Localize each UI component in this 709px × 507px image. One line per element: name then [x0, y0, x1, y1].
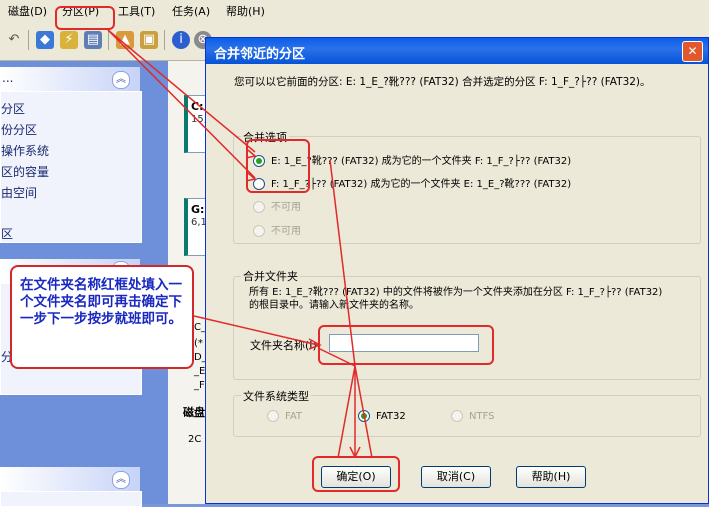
- task-item[interactable]: 区的容量: [1, 163, 49, 180]
- filesystem-option-fat: FAT: [267, 410, 302, 422]
- details-panel: [0, 491, 142, 507]
- task-item[interactable]: 区: [1, 225, 13, 242]
- merge-option-unavailable: 不可用: [253, 198, 301, 213]
- folder-name-label: 文件夹名称(I):: [250, 339, 321, 352]
- merge-icon[interactable]: ▣: [140, 31, 158, 49]
- folder-name-input[interactable]: [329, 334, 479, 352]
- task-item[interactable]: 份分区: [1, 121, 37, 138]
- disk-label: G:: [191, 203, 205, 216]
- radio-selected-icon[interactable]: [253, 155, 265, 167]
- chevron-up-icon[interactable]: ︽: [112, 471, 130, 489]
- help-button[interactable]: 帮助(H): [516, 466, 586, 488]
- partition-list-line: _F: [194, 380, 205, 391]
- dialog-description: 您可以以它前面的分区: E: 1_E_?靴??? (FAT32) 合并选定的分区…: [234, 76, 651, 88]
- task-item[interactable]: 分区: [1, 100, 25, 117]
- info-icon[interactable]: i: [172, 31, 190, 49]
- dialog-title: 合并邻近的分区: [214, 47, 306, 62]
- radio-icon[interactable]: [253, 178, 265, 190]
- merge-option-label: 不可用: [271, 202, 301, 213]
- disk-heading: 磁盘: [183, 406, 205, 419]
- task-item[interactable]: 操作系统: [1, 142, 49, 159]
- partition-list-line: (*: [194, 338, 203, 349]
- task-item[interactable]: 由空间: [1, 184, 37, 201]
- radio-selected-icon[interactable]: [358, 410, 370, 422]
- radio-disabled-icon: [267, 410, 279, 422]
- merge-option-f-into-e[interactable]: F: 1_F_?├?? (FAT32) 成为它的一个文件夹 E: 1_E_?靴?…: [253, 175, 571, 190]
- menu-tasks[interactable]: 任务(A): [172, 3, 210, 19]
- filesystem-option-label: NTFS: [469, 411, 495, 422]
- filesystem-option-ntfs: NTFS: [451, 410, 495, 422]
- merge-folder-legend: 合并文件夹: [241, 268, 300, 284]
- task-pane-header-dots: ...: [2, 71, 14, 85]
- instruction-note: 在文件夹名称红框处填入一个文件夹名即可再击确定下一步下一步按步就班即可。: [10, 265, 194, 369]
- toolbar-separator: [164, 30, 165, 50]
- merge-option-unavailable: 不可用: [253, 222, 301, 237]
- close-icon[interactable]: ✕: [682, 41, 703, 62]
- radio-disabled-icon: [253, 225, 265, 237]
- menu-disk[interactable]: 磁盘(D): [8, 3, 47, 19]
- toolbar-separator: [108, 30, 109, 50]
- filesystem-option-fat32[interactable]: FAT32: [358, 410, 406, 422]
- menu-help[interactable]: 帮助(H): [226, 3, 265, 19]
- partition-list-line: _E: [194, 366, 206, 377]
- radio-disabled-icon: [253, 201, 265, 213]
- merge-option-label: 不可用: [271, 226, 301, 237]
- merge-partitions-dialog: 合并邻近的分区 ✕ 您可以以它前面的分区: E: 1_E_?靴??? (FAT3…: [205, 37, 709, 504]
- filesystem-legend: 文件系统类型: [241, 388, 311, 404]
- disk-code: 2C: [188, 434, 202, 445]
- merge-options-legend: 合并选项: [241, 129, 289, 145]
- menu-bar: 磁盘(D) 分区(P) 工具(T) 任务(A) 帮助(H): [0, 0, 709, 23]
- create-partition-icon[interactable]: ◆: [36, 31, 54, 49]
- merge-option-label: E: 1_E_?靴??? (FAT32) 成为它的一个文件夹 F: 1_F_?├…: [271, 156, 572, 167]
- resize-icon[interactable]: ▤: [84, 31, 102, 49]
- merge-option-e-into-f[interactable]: E: 1_E_?靴??? (FAT32) 成为它的一个文件夹 F: 1_F_?├…: [253, 152, 571, 167]
- filesystem-option-label: FAT: [285, 411, 303, 422]
- dialog-titlebar[interactable]: 合并邻近的分区 ✕: [206, 38, 708, 64]
- radio-disabled-icon: [451, 410, 463, 422]
- copy-icon[interactable]: ▲: [116, 31, 134, 49]
- format-icon[interactable]: ⚡: [60, 31, 78, 49]
- toolbar-separator: [28, 30, 29, 50]
- merge-option-label: F: 1_F_?├?? (FAT32) 成为它的一个文件夹 E: 1_E_?靴?…: [271, 179, 572, 190]
- menu-partition[interactable]: 分区(P): [62, 3, 99, 19]
- merge-folder-description: 所有 E: 1_E_?靴??? (FAT32) 中的文件将被作为一个文件夹添加在…: [249, 287, 663, 311]
- chevron-up-icon[interactable]: ︽: [112, 71, 130, 89]
- filesystem-option-label: FAT32: [376, 411, 406, 422]
- menu-tools[interactable]: 工具(T): [118, 3, 155, 19]
- disk-label: C:: [191, 100, 204, 113]
- ok-button[interactable]: 确定(O): [321, 466, 391, 488]
- task-list-panel: 分区 份分区 操作系统 区的容量 由空间 区: [0, 91, 142, 243]
- cancel-button[interactable]: 取消(C): [421, 466, 491, 488]
- undo-icon[interactable]: ↶: [5, 31, 23, 49]
